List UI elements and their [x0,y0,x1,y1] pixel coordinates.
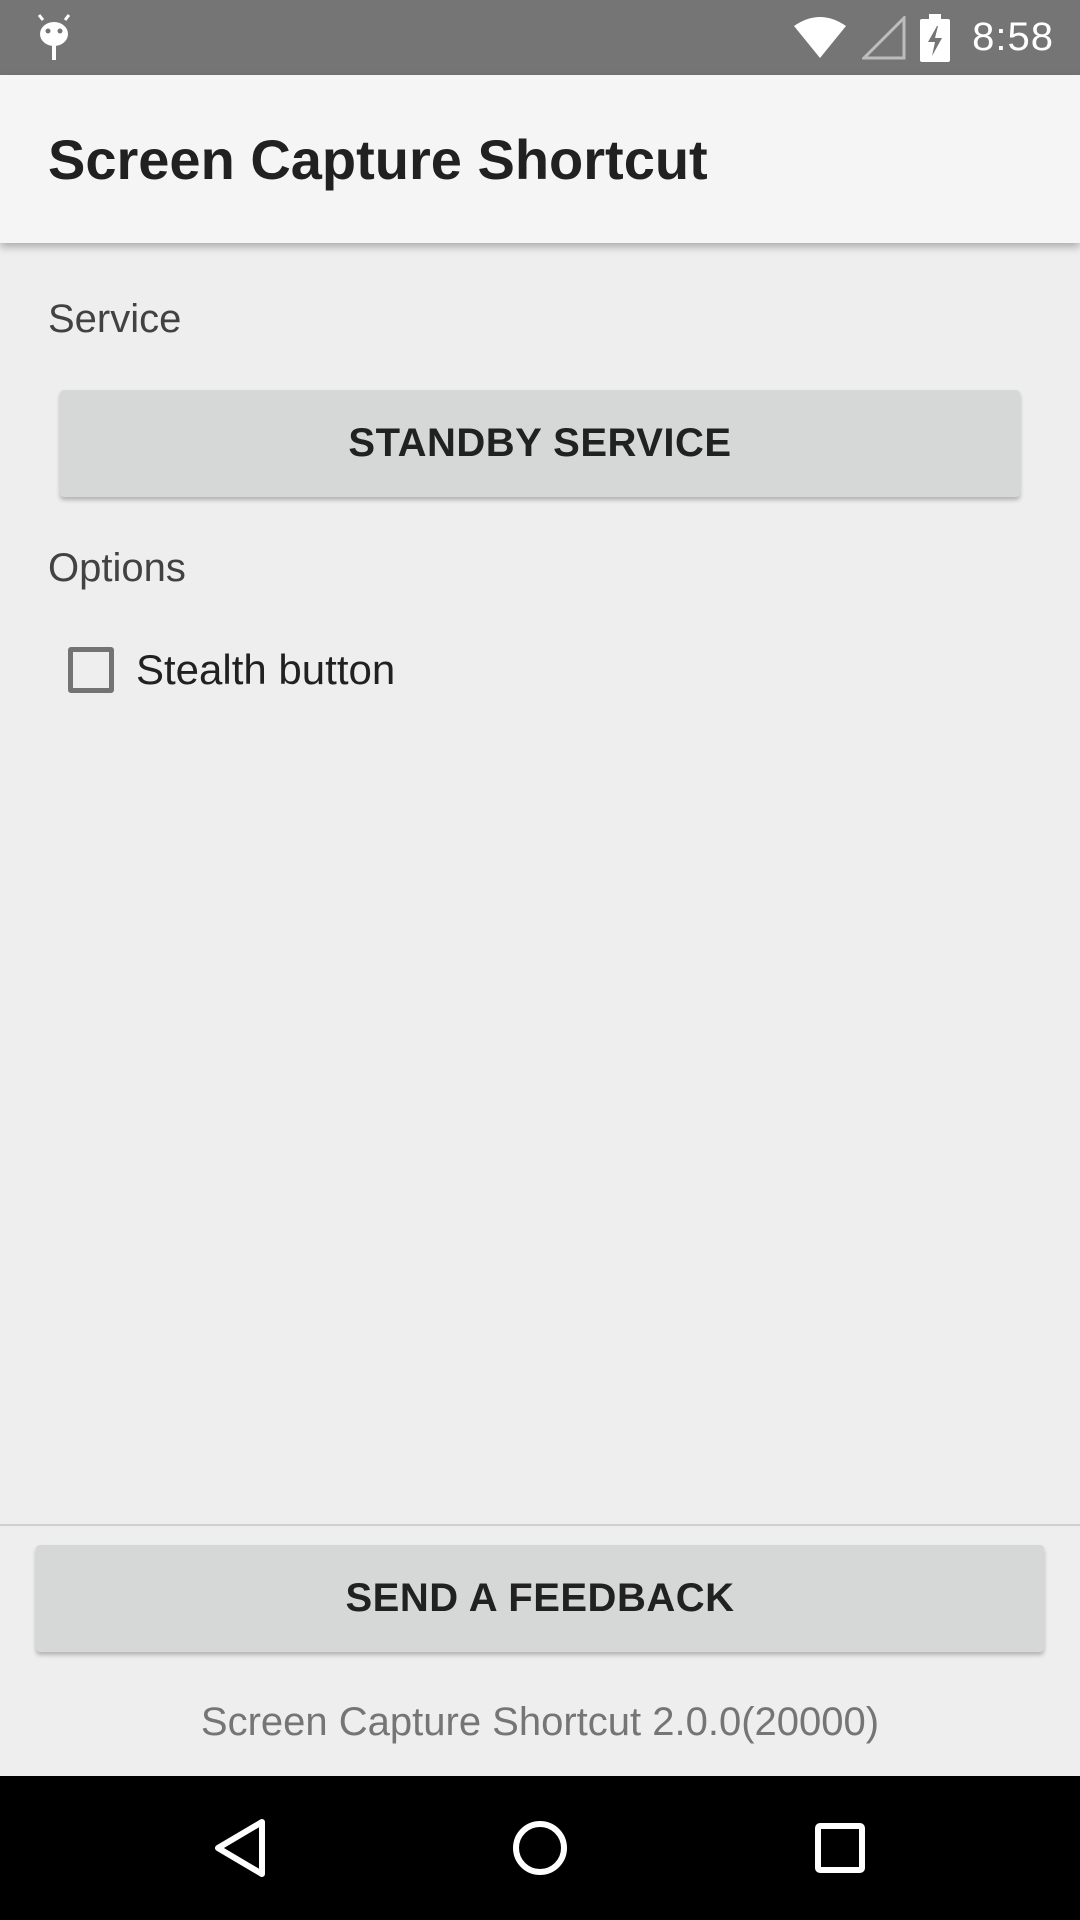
options-section-label: Options [48,546,186,590]
screen: 8:58 Screen Capture Shortcut Service STA… [0,0,1080,1920]
stealth-button-checkbox[interactable] [68,647,114,693]
send-feedback-button[interactable]: SEND A FEEDBACK [36,1545,1044,1652]
status-bar: 8:58 [0,0,1080,75]
stealth-button-label: Stealth button [136,646,396,693]
status-time: 8:58 [972,15,1054,59]
app-bar: Screen Capture Shortcut [0,75,1080,243]
standby-service-button[interactable]: STANDBY SERVICE [60,390,1020,497]
recents-icon[interactable] [804,1812,876,1884]
wifi-icon [794,16,847,58]
footer-divider [0,1524,1080,1526]
status-icons: 8:58 [792,0,1054,75]
home-icon[interactable] [504,1812,576,1884]
back-icon[interactable] [204,1812,276,1884]
navigation-bar [0,1776,1080,1920]
signal-icon [862,15,906,59]
version-text: Screen Capture Shortcut 2.0.0(20000) [200,1700,880,1744]
stealth-button-option[interactable]: Stealth button [68,640,395,700]
battery-charging-icon [920,13,951,62]
android-debug-icon [37,14,71,60]
service-section-label: Service [48,297,182,341]
page-title: Screen Capture Shortcut [48,128,708,191]
